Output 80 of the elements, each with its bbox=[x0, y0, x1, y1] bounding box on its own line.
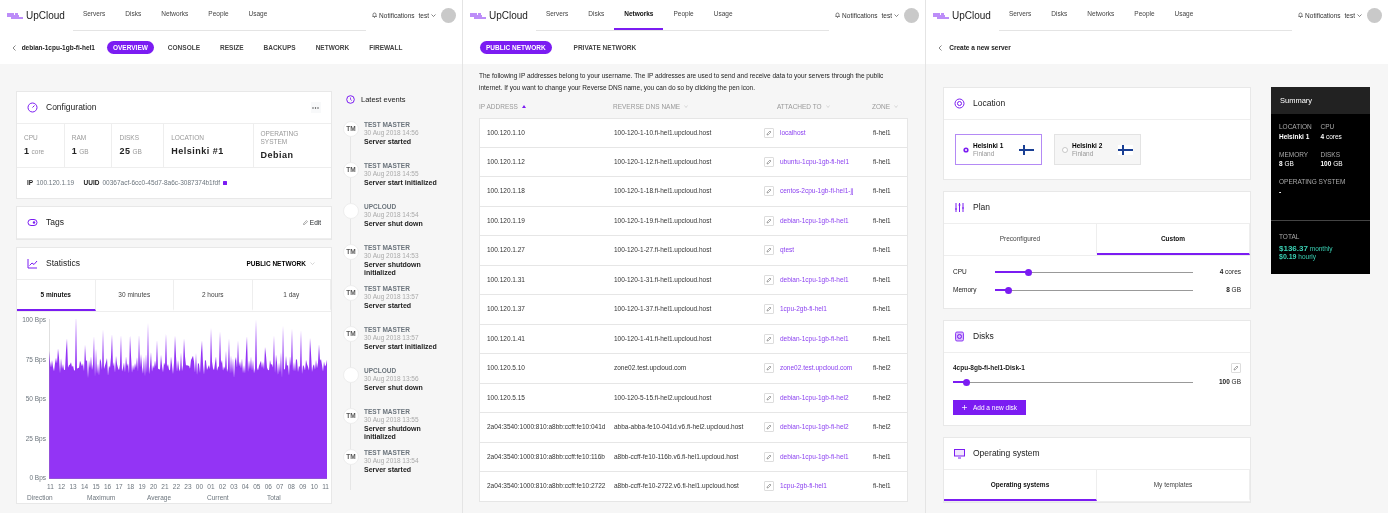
bell-icon bbox=[835, 12, 841, 19]
pencil-icon bbox=[766, 483, 772, 490]
radio-icon bbox=[1062, 146, 1068, 153]
more-button[interactable] bbox=[310, 101, 321, 113]
edit-button[interactable] bbox=[764, 127, 774, 138]
pencil-icon bbox=[766, 158, 772, 165]
pencil-icon bbox=[766, 129, 772, 136]
flag-icon bbox=[1118, 144, 1133, 155]
line-chart-icon bbox=[27, 258, 38, 269]
pencil-icon bbox=[766, 306, 772, 313]
caret-icon bbox=[310, 262, 315, 265]
flag-icon bbox=[1019, 144, 1034, 155]
card-title: Configuration bbox=[46, 102, 97, 113]
spec-value: 25 bbox=[119, 146, 131, 157]
target-icon bbox=[954, 98, 965, 109]
logo-icon bbox=[469, 11, 487, 20]
more-icon bbox=[312, 106, 320, 109]
pencil-icon bbox=[766, 276, 772, 283]
edit-button[interactable] bbox=[764, 304, 774, 315]
avatar bbox=[441, 8, 456, 23]
caret-icon bbox=[431, 14, 436, 17]
card-title: Plan bbox=[973, 202, 990, 213]
edit-button[interactable] bbox=[764, 363, 774, 374]
card-title: Location bbox=[973, 98, 1006, 109]
caret-icon bbox=[1357, 14, 1362, 17]
slider-thumb[interactable] bbox=[1005, 286, 1013, 294]
edit-button[interactable] bbox=[764, 392, 774, 403]
spec-value: Debian bbox=[260, 149, 294, 161]
logo-icon bbox=[6, 11, 24, 20]
card-title: Statistics bbox=[46, 258, 80, 269]
copy-icon bbox=[222, 181, 227, 185]
card-title: Operating system bbox=[973, 448, 1040, 459]
pencil-icon bbox=[766, 424, 772, 431]
pencil-icon bbox=[766, 217, 772, 224]
edit-button[interactable] bbox=[764, 333, 774, 344]
slider-thumb[interactable] bbox=[1025, 268, 1033, 276]
spec-value: 1 bbox=[71, 146, 78, 157]
card-title: Tags bbox=[46, 217, 64, 228]
pencil-icon bbox=[766, 394, 772, 401]
logo-icon bbox=[932, 11, 950, 20]
logo-text: UpCloud bbox=[489, 9, 528, 22]
bell-icon bbox=[372, 12, 378, 19]
avatar bbox=[1367, 8, 1382, 23]
edit-button[interactable] bbox=[764, 156, 774, 167]
pencil-icon bbox=[302, 220, 308, 225]
card-title: Disks bbox=[973, 331, 994, 342]
logo-text: UpCloud bbox=[26, 9, 65, 22]
edit-button[interactable] bbox=[764, 422, 774, 433]
edit-button[interactable] bbox=[764, 245, 774, 256]
edit-button[interactable] bbox=[764, 186, 774, 197]
edit-button[interactable] bbox=[764, 451, 774, 462]
monitor-icon bbox=[954, 448, 965, 459]
edit-button[interactable] bbox=[764, 481, 774, 492]
pencil-icon bbox=[766, 335, 772, 342]
pencil-icon bbox=[766, 365, 772, 372]
back-button[interactable] bbox=[12, 43, 16, 52]
clock-icon bbox=[346, 94, 355, 104]
edit-button[interactable] bbox=[1231, 363, 1241, 373]
gauge-icon bbox=[27, 102, 38, 113]
chevron-left-icon bbox=[938, 44, 942, 51]
tag-icon bbox=[27, 217, 38, 228]
spec-value: Helsinki #1 bbox=[171, 146, 224, 157]
pencil-icon bbox=[766, 188, 772, 195]
edit-button[interactable] bbox=[764, 215, 774, 226]
pencil-icon bbox=[766, 453, 772, 460]
disk-icon bbox=[954, 331, 965, 342]
pencil-icon bbox=[766, 247, 772, 254]
edit-button[interactable] bbox=[764, 274, 774, 285]
slider-thumb[interactable] bbox=[962, 378, 970, 386]
avatar bbox=[904, 8, 919, 23]
back-button[interactable] bbox=[938, 43, 942, 52]
caret-icon bbox=[894, 14, 899, 17]
spec-value: 1 bbox=[24, 146, 30, 157]
radio-icon bbox=[963, 146, 969, 153]
plus-icon bbox=[962, 405, 967, 410]
sliders-icon bbox=[954, 202, 965, 213]
pencil-icon bbox=[1233, 365, 1239, 371]
bell-icon bbox=[1298, 12, 1304, 19]
chevron-left-icon bbox=[12, 44, 16, 51]
logo-text: UpCloud bbox=[952, 9, 991, 22]
